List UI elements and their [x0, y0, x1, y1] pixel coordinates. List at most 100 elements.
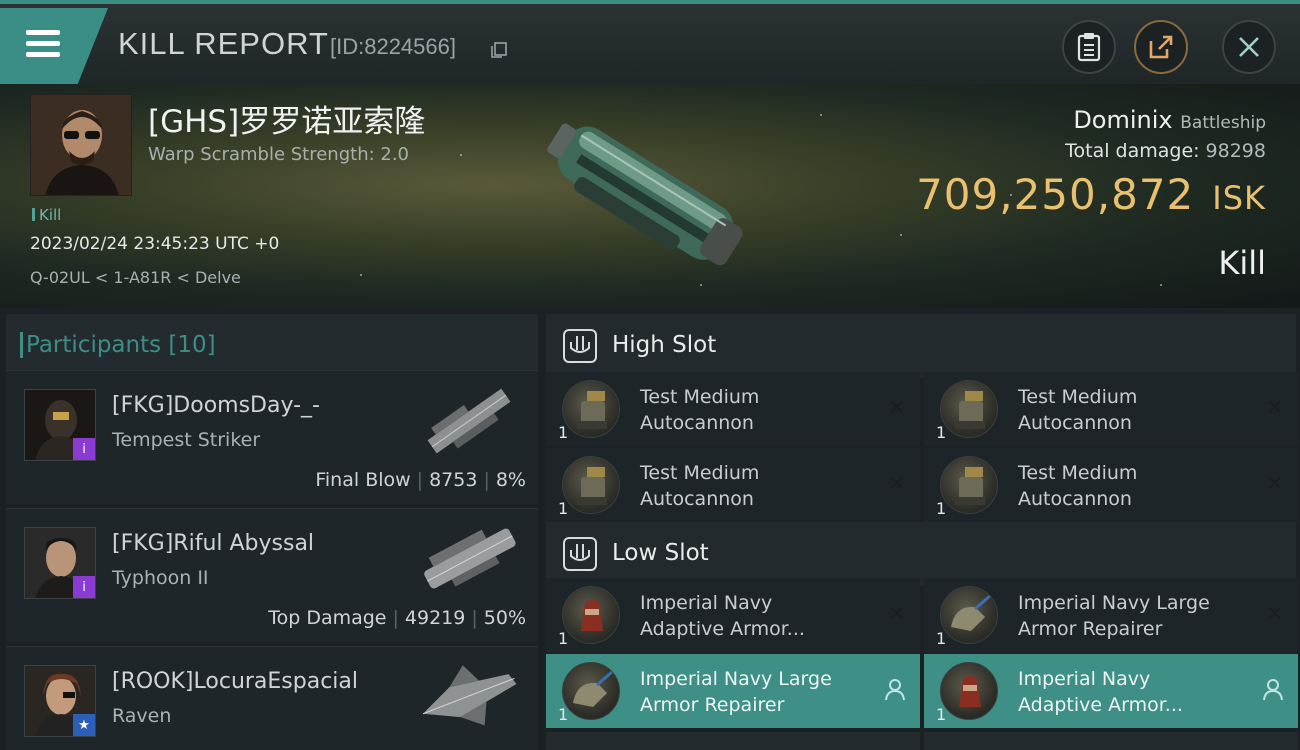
module-name: Test Medium Autocannon — [1018, 386, 1138, 434]
module-item[interactable]: 1 Test Medium Autocannon ✕ — [546, 372, 920, 446]
menu-button[interactable] — [0, 8, 108, 84]
participant-ship-image — [424, 528, 516, 589]
isk-value: 709,250,872 ISK — [916, 170, 1266, 219]
participant-row[interactable]: i [FKG]DoomsDay-_- Tempest Striker Final… — [6, 370, 538, 504]
module-name: Test Medium Autocannon — [1018, 462, 1138, 510]
kill-timestamp: 2023/02/24 23:45:23 UTC +0 — [30, 234, 280, 254]
victim-portrait[interactable] — [30, 94, 132, 196]
participant-percent: 8% — [495, 469, 526, 491]
autocannon-icon — [940, 380, 998, 438]
pilot-icon — [1263, 679, 1283, 701]
participant-stats: Final Blow | 8753 | 8% — [315, 469, 526, 491]
destroyed-x-icon: ✕ — [887, 396, 906, 421]
participant-ship-image — [427, 388, 511, 454]
alliance-star-badge: ★ — [73, 714, 95, 736]
share-button[interactable] — [1134, 20, 1188, 74]
participant-row[interactable]: ★ [ROOK]LocuraEspacial Raven — [6, 646, 538, 750]
low-slot-header[interactable]: Low Slot — [546, 522, 1296, 586]
close-button[interactable] — [1222, 20, 1276, 74]
kill-result: Kill — [1218, 244, 1266, 282]
ship-class: Battleship — [1180, 113, 1266, 133]
victim-name[interactable]: [GHS]罗罗诺亚索隆 — [148, 96, 425, 141]
autocannon-icon — [562, 380, 620, 438]
close-icon — [1239, 37, 1259, 57]
isk-unit: ISK — [1212, 179, 1266, 217]
destroyed-x-icon: ✕ — [1265, 472, 1284, 497]
module-item-dropped[interactable]: 1 Imperial Navy Adaptive Armor... — [924, 654, 1298, 728]
participant-name: [FKG]DoomsDay-_- — [112, 393, 320, 418]
participant-name: [FKG]Riful Abyssal — [112, 531, 315, 556]
module-item[interactable]: 1 Test Medium Autocannon ✕ — [546, 448, 920, 522]
participants-header: Participants [10] — [6, 314, 538, 372]
module-name: Imperial Navy Adaptive Armor... — [1018, 668, 1183, 716]
module-item[interactable] — [924, 732, 1298, 750]
victim-ship-image[interactable] — [520, 94, 770, 294]
menu-icon — [26, 30, 62, 60]
module-item[interactable]: 1 Test Medium Autocannon ✕ — [924, 372, 1298, 446]
avatar[interactable]: ★ — [24, 665, 96, 737]
participants-panel: Participants [10] i [FKG]DoomsDay-_- Tem… — [0, 308, 540, 750]
participant-ship: Tempest Striker — [112, 429, 261, 451]
module-name: Imperial Navy Large Armor Repairer — [640, 668, 832, 716]
module-quantity: 1 — [936, 423, 947, 442]
corp-badge: i — [73, 576, 95, 598]
kill-tag: Kill — [32, 206, 61, 224]
participant-percent: 50% — [483, 607, 526, 629]
module-name: Test Medium Autocannon — [640, 386, 760, 434]
fitting-panel: High Slot 1 Test Medium Autocannon ✕ 1 Te… — [540, 308, 1300, 750]
clipboard-button[interactable] — [1062, 20, 1116, 74]
share-icon — [1149, 35, 1173, 59]
participant-role: Top Damage — [268, 607, 387, 629]
high-slot-header[interactable]: High Slot — [546, 314, 1296, 378]
slot-icon — [563, 329, 597, 363]
clipboard-icon — [1077, 33, 1101, 62]
adaptive-armor-icon — [562, 586, 620, 644]
total-damage: Total damage: 98298 — [1065, 140, 1266, 162]
victim-ship[interactable]: Dominix Battleship — [1073, 106, 1266, 134]
destroyed-x-icon: ✕ — [1265, 602, 1284, 627]
corp-badge: i — [73, 438, 95, 460]
adaptive-armor-icon — [940, 662, 998, 720]
total-damage-label: Total damage: — [1065, 140, 1200, 162]
participant-role: Final Blow — [315, 469, 411, 491]
autocannon-icon — [940, 456, 998, 514]
participant-ship: Typhoon II — [112, 567, 209, 589]
page-title: KILL REPORT — [118, 26, 329, 61]
module-item-dropped[interactable]: 1 Imperial Navy Large Armor Repairer — [546, 654, 920, 728]
module-item[interactable]: 1 Imperial Navy Adaptive Armor... ✕ — [546, 578, 920, 652]
participant-ship-image — [422, 665, 517, 726]
warp-scramble-strength: Warp Scramble Strength: 2.0 — [148, 144, 410, 165]
destroyed-x-icon: ✕ — [1265, 396, 1284, 421]
avatar[interactable]: i — [24, 527, 96, 599]
module-name: Imperial Navy Adaptive Armor... — [640, 592, 805, 640]
slot-icon — [563, 537, 597, 571]
victim-banner: [GHS]罗罗诺亚索隆 Warp Scramble Strength: 2.0 … — [0, 84, 1300, 308]
participants-title: Participants [10] — [20, 332, 216, 358]
participant-stats: Top Damage | 49219 | 50% — [268, 607, 526, 629]
participant-row[interactable]: i [FKG]Riful Abyssal Typhoon II Top Dama… — [6, 508, 538, 642]
copy-icon[interactable] — [490, 41, 508, 59]
module-quantity: 1 — [936, 629, 947, 648]
participant-ship: Raven — [112, 705, 172, 727]
report-id: [ID:8224566] — [330, 34, 456, 59]
module-item[interactable] — [546, 732, 920, 750]
participant-damage: 8753 — [429, 469, 478, 491]
module-quantity: 1 — [558, 705, 569, 724]
high-slot-title: High Slot — [612, 332, 717, 358]
destroyed-x-icon: ✕ — [887, 472, 906, 497]
module-item[interactable]: 1 Imperial Navy Large Armor Repairer ✕ — [924, 578, 1298, 652]
module-name: Test Medium Autocannon — [640, 462, 760, 510]
kill-location[interactable]: Q-02UL < 1-A81R < Delve — [30, 268, 241, 287]
avatar[interactable]: i — [24, 389, 96, 461]
module-quantity: 1 — [936, 705, 947, 724]
low-slot-title: Low Slot — [612, 540, 709, 566]
autocannon-icon — [562, 456, 620, 514]
module-quantity: 1 — [558, 499, 569, 518]
participant-name: [ROOK]LocuraEspacial — [112, 669, 359, 694]
participants-count: [10] — [168, 332, 216, 358]
armor-repairer-icon — [940, 586, 998, 644]
module-quantity: 1 — [936, 499, 947, 518]
module-name: Imperial Navy Large Armor Repairer — [1018, 592, 1210, 640]
top-bar: KILL REPORT [ID:8224566] — [0, 0, 1300, 84]
module-item[interactable]: 1 Test Medium Autocannon ✕ — [924, 448, 1298, 522]
